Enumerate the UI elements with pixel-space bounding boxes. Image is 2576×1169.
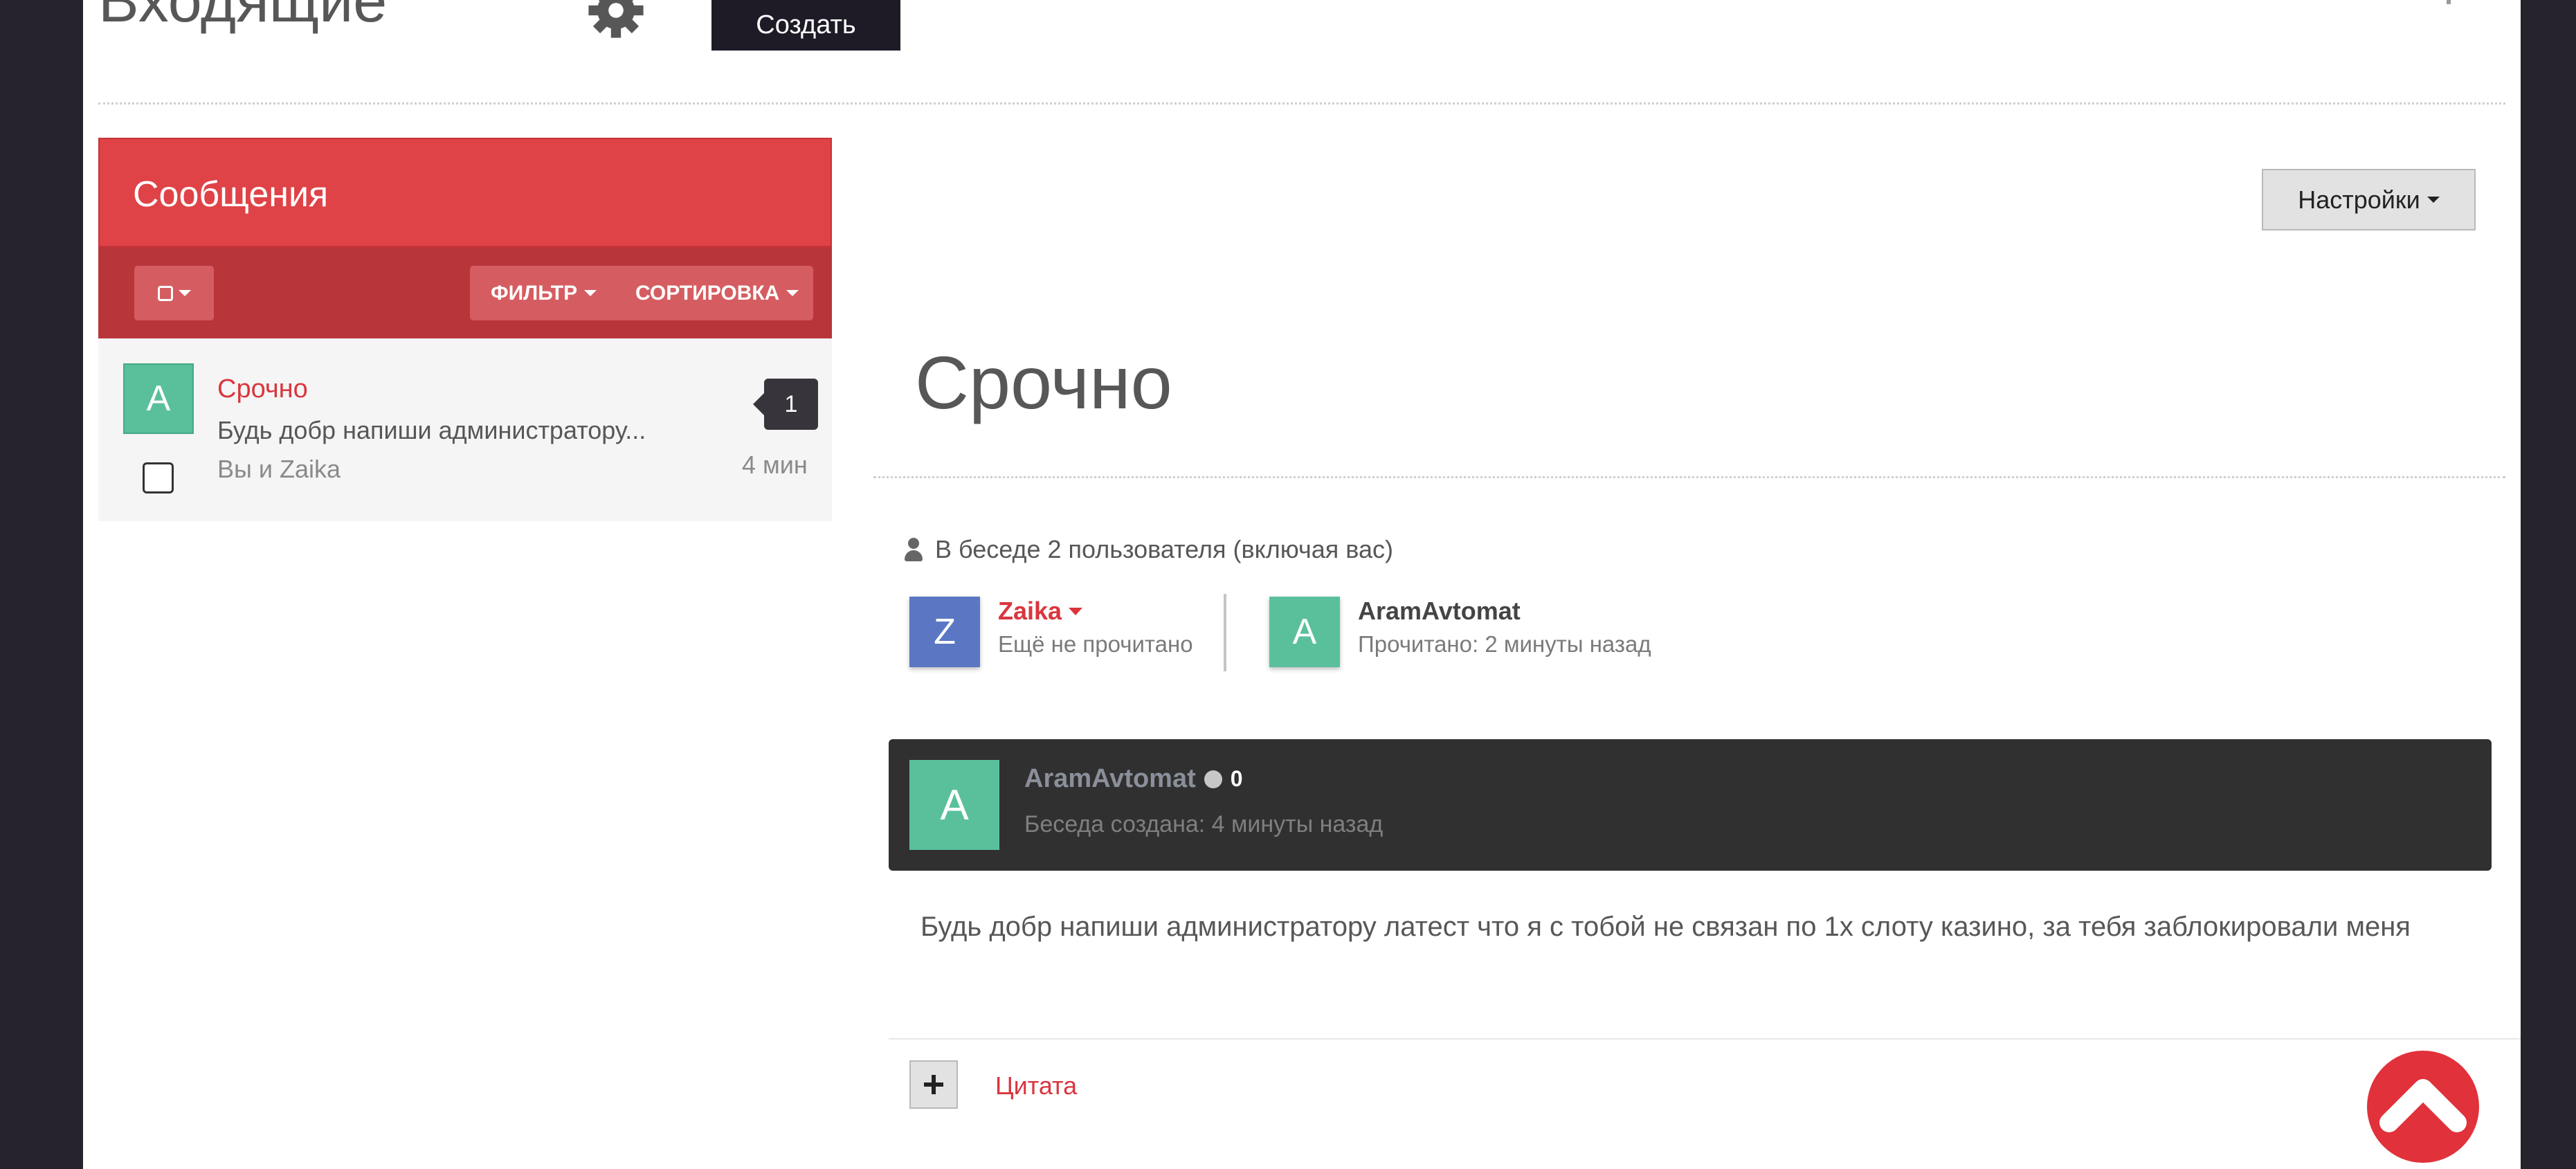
conversation-subject-link[interactable]: Срочно	[217, 374, 308, 404]
page-title: Входящие	[98, 0, 388, 35]
avatar[interactable]: Z	[909, 597, 980, 667]
avatar[interactable]: A	[1269, 597, 1340, 667]
page: Входящие Создать Сообщения ФИЛЬТР СОРТИР…	[83, 0, 2521, 1169]
conversation-time: 4 мин	[742, 451, 808, 479]
caret-down-icon	[584, 290, 597, 296]
participant-name: Zaika	[998, 597, 1062, 625]
checkbox-icon	[157, 285, 173, 301]
gear-icon[interactable]	[581, 0, 651, 42]
message-divider	[889, 1038, 2521, 1040]
reputation-dot-icon	[1204, 770, 1222, 788]
reputation-count: 0	[1230, 766, 1243, 791]
filter-button[interactable]: ФИЛЬТР	[491, 266, 597, 320]
caret-down-icon	[786, 290, 799, 296]
message-body: Будь добр напиши администратору латест ч…	[920, 912, 2411, 942]
settings-dropdown-button[interactable]: Настройки	[2262, 169, 2476, 230]
chevron-up-icon	[2379, 1079, 2467, 1132]
conversation-title: Срочно	[915, 341, 1172, 424]
sort-button[interactable]: СОРТИРОВКА	[635, 266, 799, 320]
messages-toolbar: ФИЛЬТР СОРТИРОВКА	[98, 247, 832, 338]
filter-sort-group: ФИЛЬТР СОРТИРОВКА	[470, 266, 813, 320]
message-created-time: Беседа создана: 4 минуты назад	[1024, 811, 1384, 837]
participants-info: В беседе 2 пользователя (включая вас)	[905, 535, 1393, 564]
conversation-participants: Вы и Zaika	[217, 455, 341, 483]
conversation-list-item[interactable]: A Срочно Будь добр напиши администратору…	[98, 338, 832, 521]
quote-link[interactable]: Цитата	[995, 1071, 1077, 1100]
plus-icon	[924, 1075, 943, 1094]
avatar[interactable]: A	[123, 363, 194, 434]
messages-panel: Сообщения ФИЛЬТР СОРТИРОВКА A Срочно Буд…	[98, 138, 832, 521]
participant-name[interactable]: AramAvtomat	[1358, 597, 1521, 626]
filter-label: ФИЛЬТР	[491, 281, 578, 305]
participant-read-status: Ещё не прочитано	[998, 631, 1193, 657]
unread-count-badge: 1	[753, 379, 818, 430]
message-author-row: AramAvtomat 0	[1024, 764, 1243, 794]
conversation-checkbox[interactable]	[143, 462, 174, 493]
participants-info-text: В беседе 2 пользователя (включая вас)	[935, 535, 1393, 563]
select-all-button[interactable]	[134, 266, 214, 320]
header-divider	[98, 102, 2505, 105]
message-author-link[interactable]: AramAvtomat	[1024, 764, 1196, 794]
conversation-preview: Будь добр напиши администратору...	[217, 416, 646, 444]
avatar[interactable]: A	[909, 760, 999, 850]
top-right-edge-mark	[2447, 0, 2451, 4]
user-icon	[905, 538, 923, 561]
participant-separator	[1224, 594, 1226, 671]
participant-read-status: Прочитано: 2 минуты назад	[1358, 631, 1651, 657]
scroll-to-top-button[interactable]	[2367, 1051, 2479, 1163]
participant-name-dropdown[interactable]: Zaika	[998, 597, 1083, 626]
settings-label: Настройки	[2298, 185, 2420, 214]
create-button[interactable]: Создать	[711, 0, 900, 51]
messages-panel-header: Сообщения	[98, 138, 832, 247]
messages-panel-title: Сообщения	[133, 174, 329, 215]
caret-down-icon	[2427, 197, 2440, 203]
conversation-divider	[873, 476, 2505, 478]
add-button[interactable]	[909, 1060, 958, 1109]
sort-label: СОРТИРОВКА	[635, 281, 780, 305]
message-header: A AramAvtomat 0 Беседа создана: 4 минуты…	[889, 739, 2492, 871]
caret-down-icon	[1069, 607, 1083, 615]
caret-down-icon	[178, 290, 191, 296]
